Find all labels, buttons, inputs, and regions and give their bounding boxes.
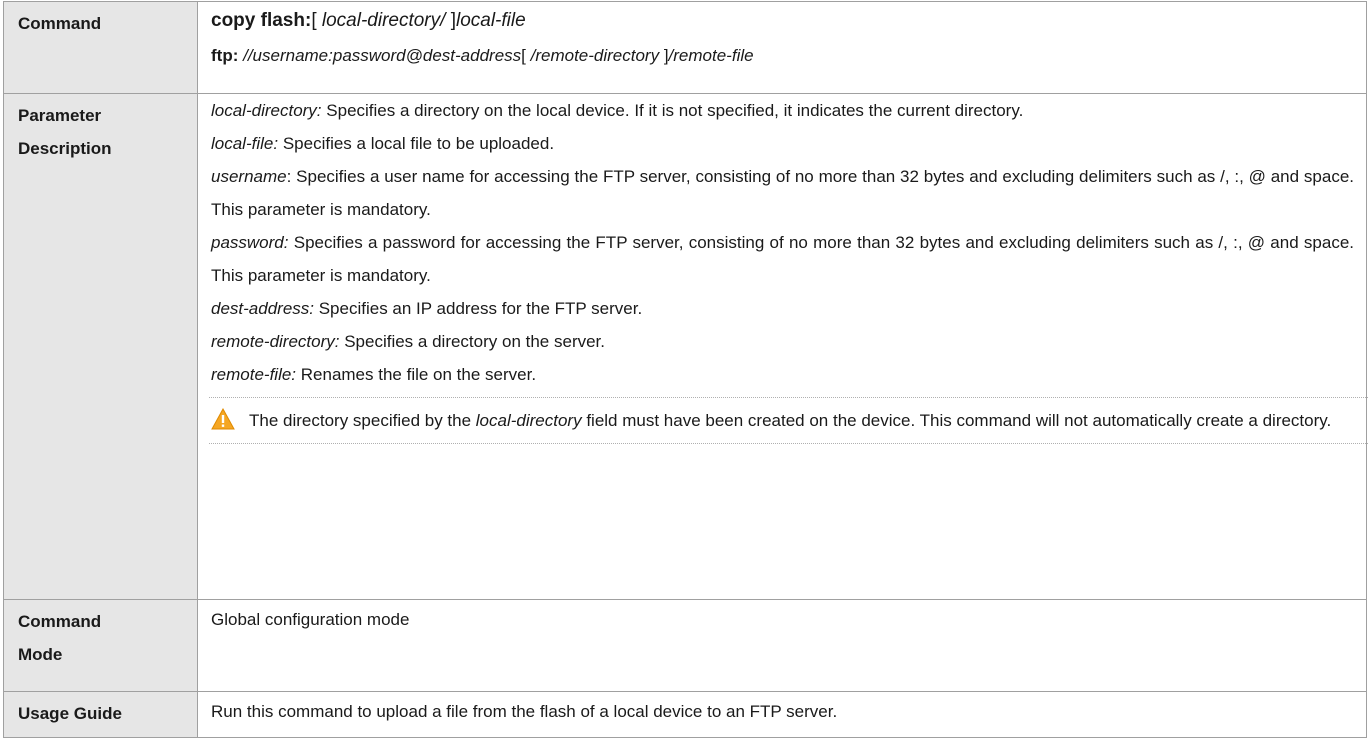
caution-note: The directory specified by the local-dir… [209,397,1368,444]
remote-file-arg: /remote-file [668,46,754,65]
param-local-file: local-file: Specifies a local file to be… [211,134,555,153]
open-bracket: [ [311,10,322,31]
param-remote-directory: remote-directory: Specifies a directory … [211,332,606,351]
ftp-url-arg: //username:password@dest-address [238,46,522,65]
param-dest-address: dest-address: Specifies an IP address fo… [211,299,643,318]
param-username: username: Specifies a user name for acce… [211,167,1354,219]
command-mode-value: Global configuration mode [197,599,1367,692]
remote-directory-arg: /remote-directory [530,46,664,65]
command-syntax: copy flash:[ local-directory/ ]local-fil… [197,1,1367,94]
command-row: Command copy flash:[ local-directory/ ]l… [3,1,1367,94]
parameter-label-line-1: Parameter [18,106,102,125]
command-mode-label: Command Mode [3,599,198,692]
ftp-keyword: ftp: [211,46,239,65]
command-syntax-line-2: ftp: //username:password@dest-address[ /… [211,39,1354,73]
parameter-description: local-directory: Specifies a directory o… [197,93,1368,600]
param-remote-file: remote-file: Renames the file on the ser… [211,365,537,384]
local-file-arg: local-file [455,10,526,31]
parameter-label-line-2: Description [18,139,112,158]
parameter-row: Parameter Description local-directory: S… [3,93,1368,600]
command-keyword: copy flash: [211,10,312,31]
command-reference-table: Command copy flash:[ local-directory/ ]l… [3,1,1368,738]
param-password: password: Specifies a password for acces… [211,233,1354,285]
parameter-label: Parameter Description [3,93,198,600]
command-syntax-line-1: copy flash:[ local-directory/ ]local-fil… [211,2,1354,39]
command-mode-row: Command Mode Global configuration mode [3,599,1367,692]
caution-note-text: The directory specified by the local-dir… [249,411,1332,430]
warning-triangle-icon [211,408,235,430]
param-local-directory: local-directory: Specifies a directory o… [211,101,1024,120]
command-label: Command [3,1,198,94]
open-bracket: [ [521,46,531,65]
local-directory-arg: local-directory/ [321,10,451,31]
